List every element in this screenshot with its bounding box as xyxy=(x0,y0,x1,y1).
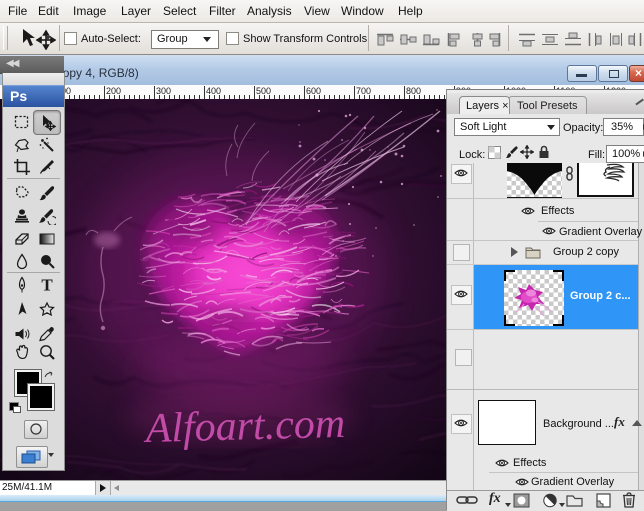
svg-text:T: T xyxy=(41,276,53,294)
svg-text:Alfoart.com: Alfoart.com xyxy=(142,401,346,452)
